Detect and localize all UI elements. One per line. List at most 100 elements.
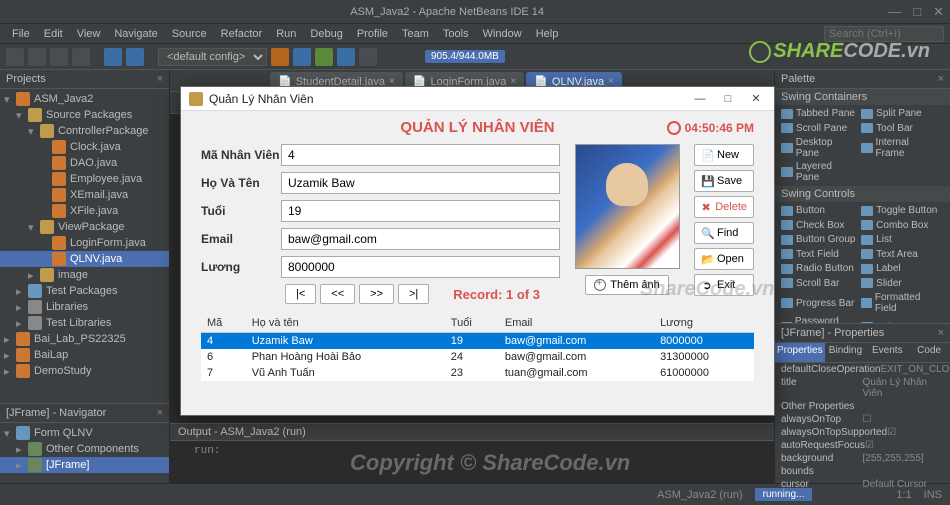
dialog-close[interactable]: ✕ (746, 91, 766, 107)
palette-item[interactable]: Radio Button (779, 262, 859, 275)
dialog-maximize[interactable]: □ (718, 91, 738, 107)
close-icon[interactable]: × (157, 407, 163, 419)
nav-next[interactable]: >> (359, 284, 394, 304)
menu-view[interactable]: View (71, 26, 107, 42)
find-button[interactable]: 🔍Find (694, 222, 754, 244)
table-row[interactable]: 6Phan Hoàng Hoài Bảo24baw@gmail.com31300… (201, 349, 754, 365)
left-panel: Projects× ▾ASM_Java2 ▾Source Packages ▾C… (0, 70, 170, 483)
profile-icon[interactable] (359, 48, 377, 66)
close-icon[interactable]: × (157, 73, 163, 85)
property-row[interactable]: defaultCloseOperationEXIT_ON_CLOSE (775, 363, 950, 376)
menu-profile[interactable]: Profile (351, 26, 394, 42)
property-row[interactable]: Other Properties (775, 400, 950, 413)
record-indicator: Record: 1 of 3 (453, 287, 540, 302)
build-icon[interactable] (271, 48, 289, 66)
input-name[interactable] (281, 172, 560, 194)
minimize-button[interactable]: — (888, 4, 901, 20)
menu-tools[interactable]: Tools (437, 26, 475, 42)
delete-button[interactable]: ✖Delete (694, 196, 754, 218)
config-select[interactable]: <default config> (158, 48, 267, 66)
palette-item[interactable]: Split Pane (859, 107, 939, 120)
palette-item[interactable]: Button (779, 204, 859, 217)
menu-debug[interactable]: Debug (304, 26, 348, 42)
palette-item[interactable]: Check Box (779, 219, 859, 232)
navigator-header: [JFrame] - Navigator× (0, 404, 169, 423)
palette-item[interactable]: Label (859, 262, 939, 275)
nav-first[interactable]: |< (285, 284, 316, 304)
table-row[interactable]: 7Vũ Anh Tuấn23tuan@gmail.com61000000 (201, 365, 754, 381)
property-row[interactable]: background[255,255,255] (775, 452, 950, 465)
property-row[interactable]: cursorDefault Cursor (775, 478, 950, 491)
save-icon[interactable] (72, 48, 90, 66)
menu-source[interactable]: Source (166, 26, 213, 42)
proptab-properties[interactable]: Properties (775, 343, 825, 362)
input-salary[interactable] (281, 256, 560, 278)
project-tree[interactable]: ▾ASM_Java2 ▾Source Packages ▾ControllerP… (0, 89, 169, 403)
palette-item[interactable]: Progress Bar (779, 297, 859, 310)
redo-icon[interactable] (126, 48, 144, 66)
palette-item[interactable]: Password Field (779, 315, 859, 323)
table-row[interactable]: 4Uzamik Baw19baw@gmail.com8000000 (201, 333, 754, 350)
proptab-events[interactable]: Events (866, 343, 908, 362)
palette-item[interactable]: Internal Frame (859, 136, 939, 160)
open-icon[interactable] (50, 48, 68, 66)
menu-team[interactable]: Team (396, 26, 435, 42)
property-row[interactable]: alwaysOnTop☐ (775, 413, 950, 426)
run-icon[interactable] (315, 48, 333, 66)
palette-item[interactable]: Desktop Pane (779, 136, 859, 160)
menu-file[interactable]: File (6, 26, 36, 42)
property-row[interactable]: titleQuản Lý Nhân Viên (775, 376, 950, 400)
palette-item[interactable]: Layered Pane (779, 160, 859, 184)
menu-refactor[interactable]: Refactor (215, 26, 269, 42)
navigator-tree[interactable]: ▾Form QLNV ▸Other Components ▸[JFrame] (0, 423, 169, 483)
menu-help[interactable]: Help (530, 26, 565, 42)
maximize-button[interactable]: □ (913, 4, 921, 20)
palette-item[interactable]: List (859, 233, 939, 246)
property-row[interactable]: autoRequestFocus☑ (775, 439, 950, 452)
debug-icon[interactable] (337, 48, 355, 66)
palette[interactable]: Swing Containers Tabbed PaneSplit PaneSc… (775, 89, 950, 323)
palette-item[interactable]: Text Field (779, 248, 859, 261)
palette-item[interactable]: Tool Bar (859, 122, 939, 135)
search-input[interactable] (824, 26, 944, 42)
proptab-binding[interactable]: Binding (825, 343, 867, 362)
menu-edit[interactable]: Edit (38, 26, 69, 42)
property-row[interactable]: alwaysOnTopSupported☑ (775, 426, 950, 439)
exit-button[interactable]: ➲Exit (694, 274, 754, 296)
input-email[interactable] (281, 228, 560, 250)
close-button[interactable]: ✕ (933, 4, 944, 20)
clean-icon[interactable] (293, 48, 311, 66)
proptab-code[interactable]: Code (908, 343, 950, 362)
menu-run[interactable]: Run (270, 26, 302, 42)
menu-window[interactable]: Window (477, 26, 528, 42)
memory-indicator[interactable]: 905.4/944.0MB (425, 50, 505, 63)
employee-table[interactable]: MãHọ và tênTuổiEmailLương 4Uzamik Baw19b… (201, 314, 754, 381)
nav-last[interactable]: >| (398, 284, 429, 304)
output-panel: Output - ASM_Java2 (run) run: (170, 423, 774, 483)
nav-prev[interactable]: << (320, 284, 355, 304)
add-image-button[interactable]: Thêm ảnh (585, 275, 669, 295)
palette-item[interactable]: Formatted Field (859, 291, 939, 315)
dialog-minimize[interactable]: — (690, 91, 710, 107)
palette-item[interactable]: Button Group (779, 233, 859, 246)
open-button[interactable]: 📂Open (694, 248, 754, 270)
close-icon[interactable]: × (938, 73, 944, 85)
palette-item[interactable]: Tabbed Pane (779, 107, 859, 120)
new-file-icon[interactable] (6, 48, 24, 66)
undo-icon[interactable] (104, 48, 122, 66)
palette-item[interactable]: Scroll Bar (779, 277, 859, 290)
save-button[interactable]: 💾Save (694, 170, 754, 192)
palette-item[interactable]: Text Area (859, 248, 939, 261)
file-icon: 📄 (701, 149, 713, 161)
palette-item[interactable]: Scroll Pane (779, 122, 859, 135)
close-icon[interactable]: × (938, 327, 944, 339)
palette-item[interactable]: Combo Box (859, 219, 939, 232)
property-row[interactable]: bounds (775, 465, 950, 478)
new-project-icon[interactable] (28, 48, 46, 66)
menu-navigate[interactable]: Navigate (108, 26, 163, 42)
palette-item[interactable]: Slider (859, 277, 939, 290)
input-id[interactable] (281, 144, 560, 166)
input-age[interactable] (281, 200, 560, 222)
new-button[interactable]: 📄New (694, 144, 754, 166)
palette-item[interactable]: Toggle Button (859, 204, 939, 217)
